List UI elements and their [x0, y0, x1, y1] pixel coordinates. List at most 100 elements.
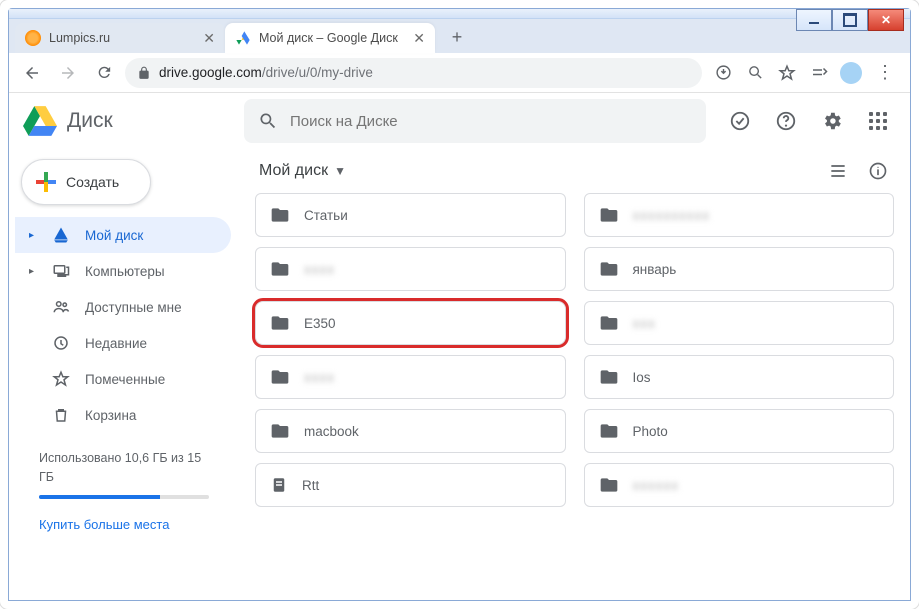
- plus-icon: [36, 172, 56, 192]
- maximize-button[interactable]: [832, 9, 868, 31]
- browser-tab-0[interactable]: Lumpics.ru ✕: [15, 23, 225, 53]
- star-icon: [51, 370, 71, 388]
- help-icon[interactable]: [768, 103, 804, 139]
- breadcrumb-label: Мой диск: [259, 162, 328, 180]
- create-label: Создать: [66, 174, 119, 190]
- drive-logo-icon: [23, 106, 57, 136]
- tab-close-icon[interactable]: ✕: [203, 30, 215, 47]
- shared-icon: [51, 298, 71, 316]
- sidebar-item-label: Корзина: [85, 408, 136, 423]
- sidebar-nav: ▸ Мой диск ▸ Компьютеры ▸ Доступные мне …: [15, 217, 241, 433]
- window-titlebar: [9, 9, 910, 19]
- sidebar-item-computers[interactable]: ▸ Компьютеры: [15, 253, 231, 289]
- google-apps-icon[interactable]: [860, 103, 896, 139]
- folder-name: Photo: [633, 424, 668, 439]
- folder-item-a-3[interactable]: xxxx: [255, 355, 566, 399]
- folder-item-b-0[interactable]: xxxxxxxxxx: [584, 193, 895, 237]
- drive-logo[interactable]: Диск: [23, 106, 228, 136]
- create-button[interactable]: Создать: [21, 159, 151, 205]
- favicon-lumpics-icon: [25, 30, 41, 46]
- ready-offline-icon[interactable]: [722, 103, 758, 139]
- drive-icon: [51, 226, 71, 244]
- list-view-button[interactable]: [826, 159, 850, 183]
- details-pane-button[interactable]: [866, 159, 890, 183]
- nav-back-button[interactable]: [17, 58, 47, 88]
- folder-icon: [599, 421, 619, 441]
- settings-gear-icon[interactable]: [814, 103, 850, 139]
- folder-icon: [270, 205, 290, 225]
- toolbar-right: ⋮: [708, 58, 902, 88]
- folder-item-b-5[interactable]: xxxxxx: [584, 463, 895, 507]
- folder-name: xxxxxx: [633, 478, 680, 493]
- breadcrumb[interactable]: Мой диск ▼: [259, 162, 346, 180]
- sidebar-item-label: Помеченные: [85, 372, 165, 387]
- folder-item-a-2[interactable]: E350: [255, 301, 566, 345]
- new-tab-button[interactable]: +: [443, 23, 471, 51]
- folder-icon: [599, 205, 619, 225]
- storage-bar: [39, 495, 209, 499]
- recent-icon: [51, 334, 71, 352]
- tab-title: Мой диск – Google Диск: [259, 31, 407, 45]
- folder-name: macbook: [304, 424, 359, 439]
- folder-item-b-3[interactable]: Ios: [584, 355, 895, 399]
- folder-item-a-1[interactable]: xxxx: [255, 247, 566, 291]
- window-close-button[interactable]: [868, 9, 904, 31]
- sidebar-item-label: Недавние: [85, 336, 147, 351]
- folder-icon: [270, 259, 290, 279]
- sidebar-item-recent[interactable]: ▸ Недавние: [15, 325, 231, 361]
- storage-indicator: Использовано 10,6 ГБ из 15 ГБ: [39, 449, 209, 499]
- favicon-drive-icon: [235, 30, 251, 46]
- drive-product-name: Диск: [67, 109, 113, 133]
- expand-icon[interactable]: ▸: [29, 230, 37, 241]
- browser-tabstrip: Lumpics.ru ✕ Мой диск – Google Диск ✕ +: [9, 19, 910, 53]
- browser-tab-1[interactable]: Мой диск – Google Диск ✕: [225, 23, 435, 53]
- search-icon: [258, 111, 278, 131]
- sidebar-item-label: Доступные мне: [85, 300, 182, 315]
- tab-close-icon[interactable]: ✕: [413, 30, 425, 47]
- sidebar-item-my-drive[interactable]: ▸ Мой диск: [15, 217, 231, 253]
- drive-search-input[interactable]: [290, 113, 692, 130]
- drive-search-box[interactable]: [244, 99, 706, 143]
- folder-item-a-4[interactable]: macbook: [255, 409, 566, 453]
- storage-text: Использовано 10,6 ГБ из 15 ГБ: [39, 451, 201, 484]
- expand-icon[interactable]: ▸: [29, 266, 37, 277]
- folder-name: xxx: [633, 316, 656, 331]
- drive-sidebar: Создать ▸ Мой диск ▸ Компьютеры ▸ Доступ…: [9, 149, 241, 600]
- folder-name: xxxxxxxxxx: [633, 208, 711, 223]
- profile-avatar[interactable]: [840, 62, 862, 84]
- address-bar[interactable]: drive.google.com/drive/u/0/my-drive: [125, 58, 702, 88]
- nav-forward-button[interactable]: [53, 58, 83, 88]
- folder-item-a-5[interactable]: Rtt: [255, 463, 566, 507]
- folder-icon: [599, 259, 619, 279]
- media-control-icon[interactable]: [804, 58, 834, 88]
- folder-icon: [270, 313, 290, 333]
- buy-more-storage-link[interactable]: Купить больше места: [39, 517, 241, 532]
- folder-item-b-4[interactable]: Photo: [584, 409, 895, 453]
- folder-name: E350: [304, 316, 336, 331]
- folder-item-b-2[interactable]: xxx: [584, 301, 895, 345]
- folder-item-b-1[interactable]: январь: [584, 247, 895, 291]
- zoom-icon[interactable]: [740, 58, 770, 88]
- nav-reload-button[interactable]: [89, 58, 119, 88]
- sidebar-item-trash[interactable]: ▸ Корзина: [15, 397, 231, 433]
- folder-item-a-0[interactable]: Статьи: [255, 193, 566, 237]
- folder-icon: [599, 313, 619, 333]
- folder-name: Rtt: [302, 478, 319, 493]
- toolbar-row: Мой диск ▼: [249, 149, 900, 193]
- browser-menu-button[interactable]: ⋮: [868, 58, 902, 87]
- sidebar-item-shared[interactable]: ▸ Доступные мне: [15, 289, 231, 325]
- folder-name: Ios: [633, 370, 651, 385]
- folder-icon: [599, 367, 619, 387]
- folder-name: xxxx: [304, 262, 335, 277]
- drive-content: Мой диск ▼ Статьи xxxxxxxxxx xxxx январь…: [241, 149, 910, 600]
- bookmark-star-icon[interactable]: [772, 58, 802, 88]
- install-app-icon[interactable]: [708, 58, 738, 88]
- sidebar-item-starred[interactable]: ▸ Помеченные: [15, 361, 231, 397]
- chevron-down-icon: ▼: [334, 164, 346, 178]
- folder-icon: [270, 421, 290, 441]
- browser-toolbar: drive.google.com/drive/u/0/my-drive ⋮: [9, 53, 910, 93]
- folder-name: январь: [633, 262, 677, 277]
- minimize-button[interactable]: [796, 9, 832, 31]
- url-path: /drive/u/0/my-drive: [262, 65, 373, 80]
- folder-grid: Статьи xxxxxxxxxx xxxx январь E350 xxx x…: [249, 193, 900, 600]
